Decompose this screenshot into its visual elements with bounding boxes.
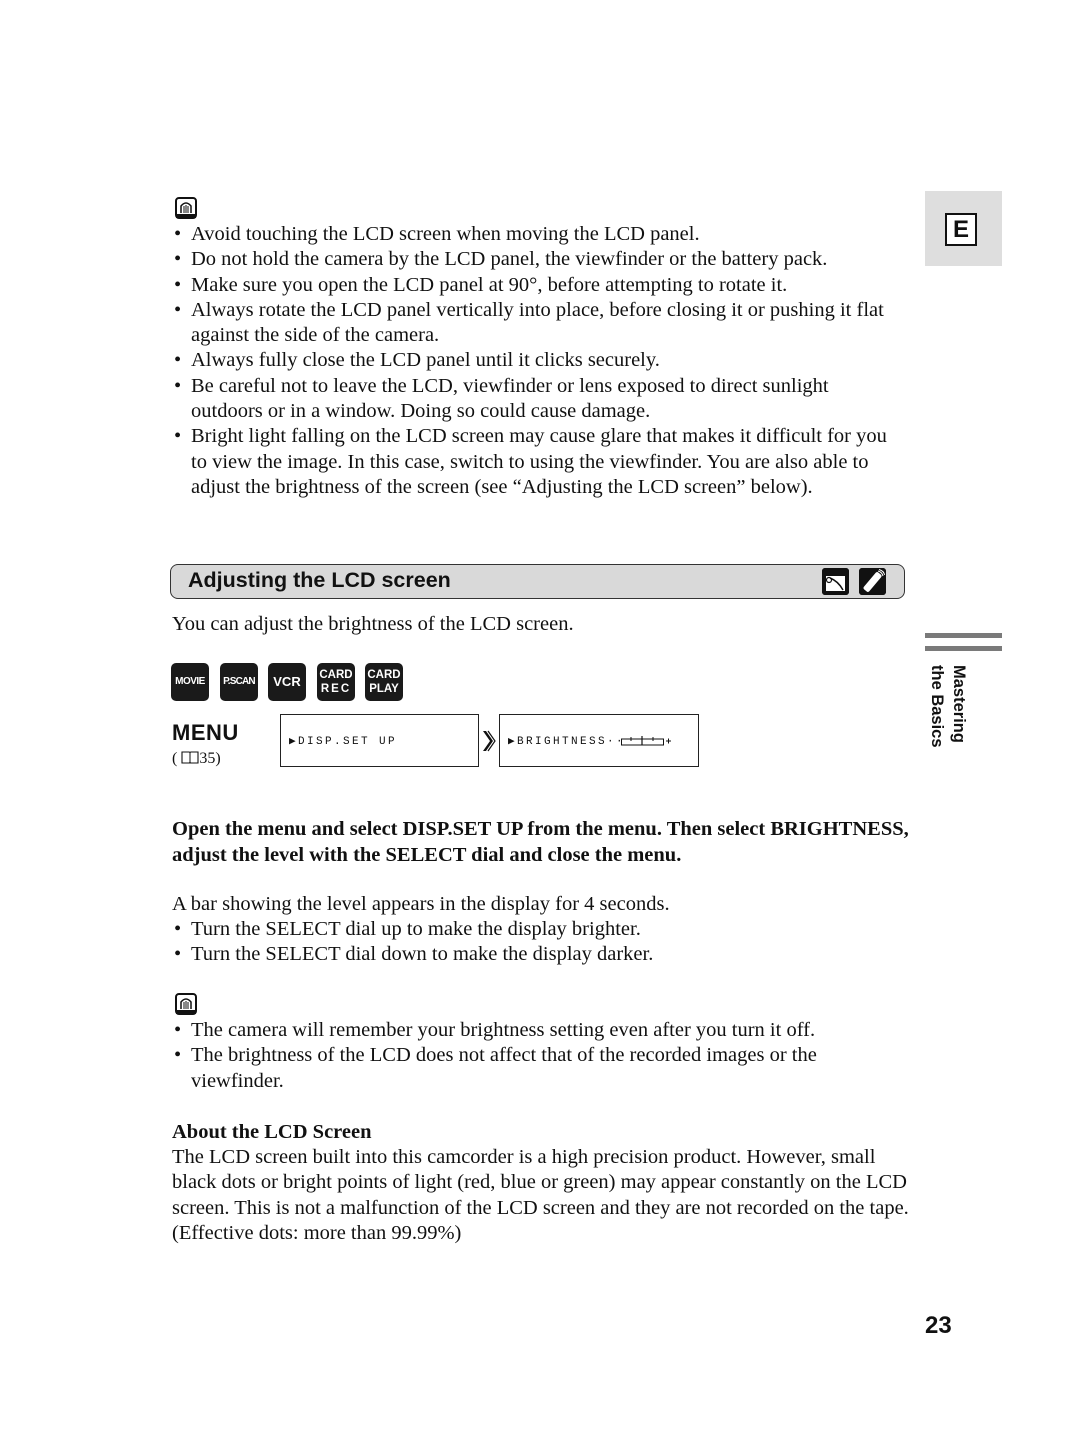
mode-card-play-icon: CARD PLAY (365, 663, 403, 701)
menu-screen-brightness: ▶BRIGHTNESS··− (499, 714, 699, 767)
page-number: 23 (925, 1312, 952, 1339)
list-item: Do not hold the camera by the LCD panel,… (172, 247, 912, 273)
section-title: Adjusting the LCD screen (188, 568, 451, 592)
list-item: Avoid touching the LCD screen when movin… (172, 222, 912, 248)
language-label: E (945, 213, 977, 246)
page-reference: ( 35) (172, 750, 221, 767)
double-chevron-right-icon (483, 730, 496, 752)
list-item: Be careful not to leave the LCD, viewfin… (172, 374, 891, 425)
list-item: Turn the SELECT dial down to make the di… (172, 942, 912, 968)
mode-label: PLAY (369, 683, 399, 695)
mode-label: REC (320, 683, 352, 695)
mode-label: VCR (273, 674, 301, 689)
mode-movie-icon: MOVIE (171, 663, 209, 701)
side-tab-label: Mastering the Basics (926, 665, 970, 748)
side-tab-line: Mastering (950, 665, 968, 743)
select-dial-list: Turn the SELECT dial up to make the disp… (172, 917, 912, 968)
menu-screen-text: ▶BRIGHTNESS··− (508, 736, 635, 748)
list-item: Turn the SELECT dial up to make the disp… (172, 917, 912, 943)
side-rule (925, 633, 1002, 638)
book-icon (181, 751, 199, 764)
mode-pscan-icon: P.SCAN (220, 663, 258, 701)
mode-vcr-icon: VCR (268, 663, 306, 701)
language-tab: E (925, 191, 1002, 266)
section-header: Adjusting the LCD screen (170, 564, 905, 599)
mode-label: P.SCAN (223, 676, 255, 687)
list-item: Always rotate the LCD panel vertically i… (172, 298, 891, 349)
mode-card-rec-icon: CARD REC (317, 663, 355, 701)
mode-label: MOVIE (175, 676, 205, 687)
mode-label: CARD (367, 669, 401, 681)
brightness-level-bar (621, 736, 671, 746)
remote-control-icon (859, 568, 886, 595)
list-item: The camera will remember your brightness… (172, 1018, 912, 1044)
menu-screen-disp-setup: ▶DISP.SET UP (280, 714, 479, 767)
side-rule (925, 646, 1002, 651)
note-icon (175, 197, 197, 219)
side-tab-line: the Basics (928, 665, 946, 748)
page-reference-number: 35 (199, 750, 216, 767)
level-info-text: A bar showing the level appears in the d… (172, 893, 670, 915)
lcd-panel-icon (822, 568, 849, 595)
instruction-text: Open the menu and select DISP.SET UP fro… (172, 818, 909, 866)
menu-screen-text: ▶DISP.SET UP (289, 736, 398, 748)
about-heading: About the LCD Screen (172, 1121, 372, 1143)
list-item: Bright light falling on the LCD screen m… (172, 424, 901, 500)
list-item: The brightness of the LCD does not affec… (172, 1043, 891, 1094)
list-item: Make sure you open the LCD panel at 90°,… (172, 273, 912, 299)
mode-label: CARD (319, 669, 353, 681)
about-body: The LCD screen built into this camcorder… (172, 1146, 909, 1244)
section-intro: You can adjust the brightness of the LCD… (172, 613, 574, 635)
notes-bottom-list: The camera will remember your brightness… (172, 1018, 912, 1094)
list-item: Always fully close the LCD panel until i… (172, 348, 912, 374)
menu-label: MENU (172, 720, 239, 745)
notes-top-list: Avoid touching the LCD screen when movin… (172, 222, 912, 500)
note-icon (175, 993, 197, 1015)
